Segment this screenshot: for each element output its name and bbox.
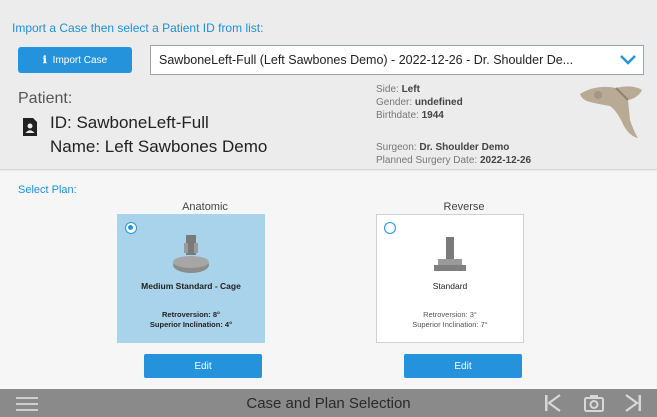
side-row: Side: Left <box>376 84 420 95</box>
reverse-implant-icon <box>430 233 470 282</box>
anatomic-plan-name: Medium Standard - Cage <box>141 281 241 291</box>
patient-details: Side: Left Gender: undefined Birthdate: … <box>376 83 531 167</box>
reverse-title: Reverse <box>443 201 485 213</box>
anatomic-edit-button[interactable]: Edit <box>144 354 262 378</box>
anatomic-implant-icon <box>171 233 211 282</box>
chevron-down-icon[interactable] <box>613 46 643 74</box>
bottom-bar: Case and Plan Selection <box>0 389 657 417</box>
case-select-dropdown[interactable]: SawboneLeft-Full (Left Sawbones Demo) - … <box>150 45 644 75</box>
reverse-plan-card[interactable]: Standard Retroversion: 3° Superior Incli… <box>376 214 524 343</box>
select-plan-heading: Select Plan: <box>18 184 77 196</box>
patient-label: Patient: <box>18 90 73 107</box>
reverse-edit-button[interactable]: Edit <box>404 354 522 378</box>
anatomic-title: Anatomic <box>182 201 228 213</box>
info-icon: ℹ <box>42 54 47 66</box>
previous-step-icon[interactable] <box>543 394 563 417</box>
scapula-icon <box>576 80 646 149</box>
plan-panel: Select Plan: Anatomic Medium Standard - … <box>0 171 657 389</box>
reverse-plan-name: Standard <box>432 281 468 291</box>
anatomic-plan-meta: Retroversion: 8° Superior Inclination: 4… <box>149 310 233 329</box>
import-case-button[interactable]: ℹ Import Case <box>18 47 132 73</box>
case-panel: Import a Case then select a Patient ID f… <box>0 0 657 170</box>
anatomic-plan-card[interactable]: Medium Standard - Cage Retroversion: 8° … <box>117 214 265 343</box>
gender-row: Gender: undefined <box>376 97 463 108</box>
camera-icon[interactable] <box>583 394 605 417</box>
patient-id: ID: SawboneLeft-Full <box>50 113 209 132</box>
surgery-date-row: Planned Surgery Date: 2022-12-26 <box>376 155 532 166</box>
reverse-radio[interactable] <box>384 222 396 234</box>
import-instruction: Import a Case then select a Patient ID f… <box>12 21 264 35</box>
anatomic-radio[interactable] <box>125 222 137 234</box>
id-badge-icon <box>22 117 38 142</box>
case-select-value: SawboneLeft-Full (Left Sawbones Demo) - … <box>159 53 574 67</box>
birthdate-row: Birthdate: 1944 <box>376 110 444 121</box>
next-step-icon[interactable] <box>623 394 643 417</box>
patient-name: Name: Left Sawbones Demo <box>50 137 268 156</box>
reverse-plan-meta: Retroversion: 3° Superior Inclination: 7… <box>412 310 488 329</box>
surgeon-row: Surgeon: Dr. Shoulder Demo <box>376 142 510 153</box>
import-case-label: Import Case <box>52 54 108 66</box>
